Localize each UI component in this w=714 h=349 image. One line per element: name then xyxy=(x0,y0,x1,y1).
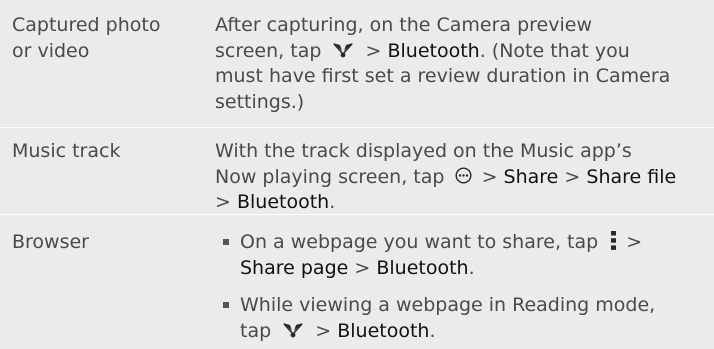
row-description: With the track displayed on the Music ap… xyxy=(215,139,711,216)
desc-line: After capturing, on the Camera preview xyxy=(215,14,593,36)
row-description: On a webpage you want to share, tap > Sh… xyxy=(215,230,711,344)
bullet-marker xyxy=(223,239,229,245)
ui-term: Bluetooth xyxy=(236,191,330,213)
desc-separator: > xyxy=(626,231,643,253)
bullet-marker xyxy=(223,302,229,308)
table-row: Captured photo or video After capturing,… xyxy=(0,0,714,128)
desc-line: settings.) xyxy=(215,90,305,113)
table-row: Music track With the track displayed on … xyxy=(0,128,714,215)
desc-text: tap xyxy=(240,319,272,342)
ui-term: Share page xyxy=(240,256,349,279)
desc-line: With the track displayed on the Music ap… xyxy=(215,140,632,162)
row-description: After capturing, on the Camera preview s… xyxy=(215,13,711,115)
row-label-line: Captured photo xyxy=(12,14,161,36)
sharing-table: Captured photo or video After capturing,… xyxy=(0,0,714,349)
row-label: Music track xyxy=(12,139,192,165)
desc-text: On a webpage you want to share, tap xyxy=(240,231,599,253)
row-label-line: or video xyxy=(12,39,90,62)
desc-line: > Bluetooth. xyxy=(215,190,711,216)
ui-term: Bluetooth xyxy=(376,256,469,279)
menu-icon xyxy=(611,231,617,250)
desc-text: . xyxy=(429,319,436,342)
table-row: Browser On a webpage you want to share, … xyxy=(0,215,714,349)
desc-text: . xyxy=(329,191,336,213)
row-label-line: Browser xyxy=(12,231,89,253)
share-icon xyxy=(333,42,354,57)
desc-text: screen, tap xyxy=(215,39,322,62)
ui-term: Share file xyxy=(586,165,677,188)
ui-term: Share xyxy=(503,165,559,188)
desc-line: Share page > Bluetooth. xyxy=(240,256,711,282)
desc-separator: > xyxy=(365,39,382,62)
row-label: Captured photo or video xyxy=(12,13,192,64)
desc-line: tap > Bluetooth. xyxy=(240,319,711,345)
desc-text: Now playing screen, tap xyxy=(215,165,445,188)
desc-line: Now playing screen, tap > Share > Share … xyxy=(215,165,711,191)
more-options-icon xyxy=(455,166,472,184)
ui-term: Bluetooth xyxy=(337,319,430,342)
list-item: While viewing a webpage in Reading mode,… xyxy=(215,293,711,344)
desc-separator: > xyxy=(564,165,581,188)
desc-line: On a webpage you want to share, tap > xyxy=(240,230,711,256)
desc-line: must have first set a review duration in… xyxy=(215,65,671,87)
share-icon xyxy=(283,322,304,337)
desc-line: While viewing a webpage in Reading mode, xyxy=(240,294,656,316)
desc-separator: > xyxy=(215,191,231,213)
desc-text: . (Note that you xyxy=(479,39,630,62)
desc-separator: > xyxy=(354,256,371,279)
desc-separator: > xyxy=(481,165,498,188)
ui-term: Bluetooth xyxy=(387,39,480,62)
row-label: Browser xyxy=(12,230,192,256)
row-label-line: Music track xyxy=(12,140,121,162)
list-item: On a webpage you want to share, tap > Sh… xyxy=(215,230,711,281)
desc-line: screen, tap > Bluetooth. (Note that you xyxy=(215,39,711,65)
desc-text: . xyxy=(468,256,475,279)
desc-separator: > xyxy=(315,319,332,342)
